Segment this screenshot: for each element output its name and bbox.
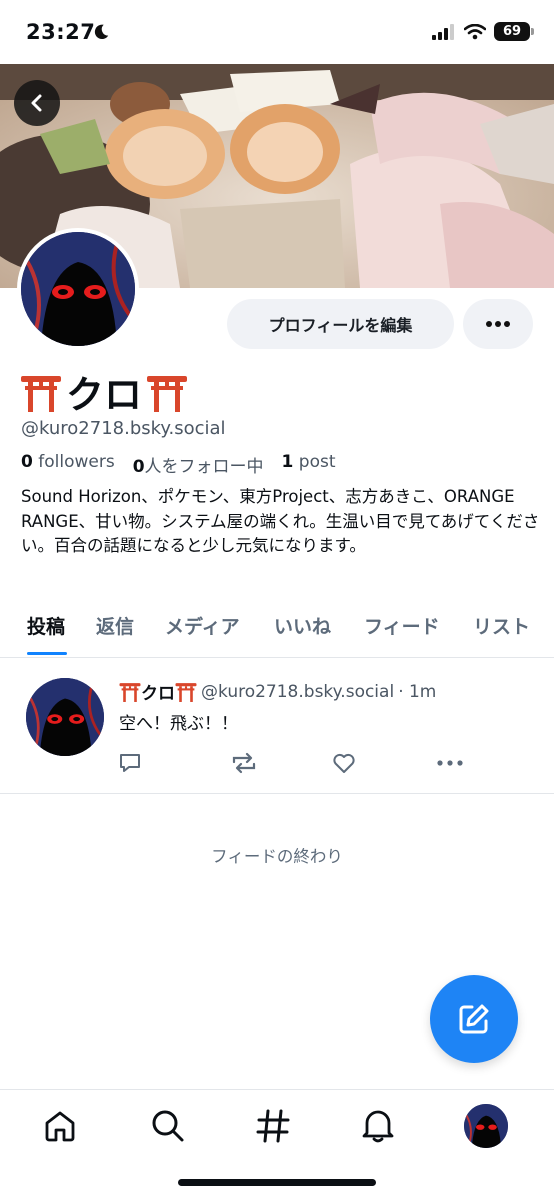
signal-icon [432,23,454,40]
wifi-icon [464,23,486,39]
torii-icon [147,375,188,412]
avatar-image [464,1104,508,1148]
post-timestamp: · 1m [398,681,437,702]
post-text: 空へ！飛ぶ！！ [119,714,238,734]
display-name: クロ [20,364,188,419]
search-icon [152,1110,184,1142]
more-icon [486,321,510,327]
home-indicator [178,1179,376,1186]
feed-end-label: フィードの終わり [211,847,343,866]
tab-media[interactable]: メディア [165,612,240,639]
repost-icon [232,752,256,774]
profile-avatar[interactable] [17,228,139,350]
status-bar: 23:27 69 [0,0,554,64]
torii-icon [119,683,141,702]
avatar-image [26,678,104,756]
post-author-handle: @kuro2718.bsky.social [201,681,395,702]
tab-likes[interactable]: いいね [274,612,331,639]
profile-tabs: 投稿 返信 メディア いいね フィード リスト [0,600,554,658]
back-arrow-icon [31,94,42,112]
post-header: クロ @kuro2718.bsky.social · 1m [119,679,436,704]
post-item[interactable]: クロ @kuro2718.bsky.social · 1m 空へ！飛ぶ！！ [0,659,554,794]
reply-button[interactable] [116,751,144,775]
followers-stat[interactable]: 0 followers [21,452,115,477]
battery-indicator: 69 [494,22,534,41]
back-button[interactable] [14,80,60,126]
nav-profile[interactable] [464,1104,508,1148]
more-options-button[interactable] [463,299,533,349]
post-author-avatar[interactable] [26,678,104,756]
nav-search[interactable] [148,1106,188,1146]
home-icon [45,1111,75,1142]
avatar-image [21,232,135,346]
edit-profile-button[interactable]: プロフィールを編集 [227,299,454,349]
torii-icon [175,683,197,702]
more-icon [437,760,463,766]
moon-icon [94,24,109,40]
status-indicators: 69 [432,22,534,41]
profile-bio: Sound Horizon、ポケモン、東方Project、志方あきこ、ORANG… [21,487,540,555]
torii-icon [21,375,61,412]
repost-button[interactable] [230,751,258,775]
nav-home[interactable] [40,1106,80,1146]
active-tab-indicator [27,652,67,655]
post-author-name[interactable]: クロ [119,679,197,704]
tab-posts[interactable]: 投稿 [27,612,65,639]
status-time: 23:27 [26,20,96,44]
tab-feeds[interactable]: フィード [364,612,440,639]
nav-feeds[interactable] [253,1106,293,1146]
compose-button[interactable] [430,975,518,1063]
like-button[interactable] [330,751,358,775]
notifications-bell-icon [362,1110,394,1143]
following-stat[interactable]: 0人をフォロー中 [133,452,264,477]
like-icon [333,753,355,773]
tab-lists[interactable]: リスト [473,612,530,639]
reply-icon [120,754,140,772]
profile-handle: @kuro2718.bsky.social [21,418,226,439]
display-name-text: クロ [66,373,143,417]
post-more-button[interactable] [436,751,464,775]
compose-icon [459,1004,489,1034]
profile-stats: 0 followers 0人をフォロー中 1 post [21,452,336,477]
nav-notifications[interactable] [358,1106,398,1146]
posts-stat: 1 post [281,452,336,472]
tab-replies[interactable]: 返信 [96,612,134,639]
feeds-hash-icon [256,1109,290,1143]
